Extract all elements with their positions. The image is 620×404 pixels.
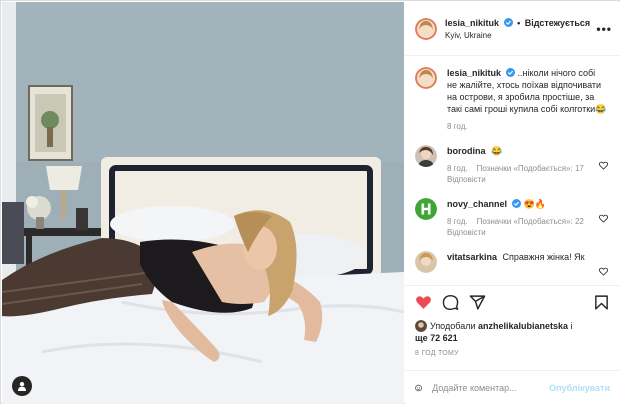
publish-button[interactable]: Опублікувати — [549, 383, 610, 393]
comment-item: borodina 😂 8 год. Позначки «Подобається»:… — [415, 145, 610, 185]
verified-badge-icon — [506, 68, 516, 77]
comment-time[interactable]: 8 год. — [447, 217, 468, 226]
caption-username[interactable]: lesia_nikituk — [447, 68, 501, 78]
comment-text: Справжня жінка! Як — [502, 252, 585, 262]
likes-summary: Уподобали anzhelikalubianetska і ще 72 6… — [415, 320, 610, 344]
comments-list[interactable]: lesia_nikituk ..ніколи нічого собі не жа… — [405, 57, 620, 282]
post-side-panel: lesia_nikituk • Відстежується Kyiv, Ukra… — [405, 2, 620, 404]
comment-like-heart-icon[interactable] — [599, 214, 608, 223]
separator-dot: • — [517, 17, 521, 28]
share-icon[interactable] — [469, 294, 486, 311]
liker-avatar[interactable] — [415, 320, 427, 332]
author-username[interactable]: lesia_nikituk — [445, 18, 499, 28]
avatar-lesia-icon — [415, 67, 437, 89]
photo-illustration — [2, 2, 404, 404]
more-options-button[interactable]: ••• — [596, 22, 612, 36]
comment-time[interactable]: 8 год. — [447, 164, 468, 173]
comment-username[interactable]: borodina — [447, 146, 486, 156]
comment-username[interactable]: novy_channel — [447, 199, 507, 209]
comment-text: 😍🔥 — [523, 199, 546, 209]
avatar-novy-channel-icon — [415, 198, 437, 220]
user-icon — [18, 382, 26, 391]
likes-suffix: і — [570, 321, 573, 331]
comment-likes-count[interactable]: Позначки «Подобається»: 22 — [477, 217, 584, 226]
verified-badge-icon — [512, 199, 522, 208]
comment-avatar[interactable] — [415, 198, 437, 220]
post-photo[interactable] — [2, 2, 404, 404]
avatar-borodina-icon — [415, 145, 437, 167]
avatar-vitatsarkina-icon — [415, 251, 437, 273]
post-header: lesia_nikituk • Відстежується Kyiv, Ukra… — [405, 2, 620, 56]
post-actions-bar — [405, 285, 620, 319]
add-comment-bar: Опублікувати — [405, 370, 620, 404]
reply-button[interactable]: Відповісти — [447, 175, 486, 184]
comment-avatar[interactable] — [415, 251, 437, 273]
emoji-icon[interactable] — [415, 380, 422, 396]
comment-item: vitatsarkina Справжня жінка! Як — [415, 251, 610, 276]
comment-avatar[interactable] — [415, 145, 437, 167]
avatar-liker-icon — [415, 320, 427, 332]
post-timestamp[interactable]: 8 ГОД ТОМУ — [415, 350, 459, 357]
caption-time[interactable]: 8 год. — [447, 122, 468, 131]
likes-count[interactable]: ще 72 621 — [415, 333, 458, 343]
author-avatar[interactable] — [415, 17, 437, 40]
follow-status-button[interactable]: Відстежується — [525, 18, 590, 28]
reply-button[interactable]: Відповісти — [447, 228, 486, 237]
liker-username[interactable]: anzhelikalubianetska — [478, 321, 568, 331]
bookmark-icon[interactable] — [593, 294, 610, 311]
avatar-lesia-icon — [415, 17, 437, 40]
post-location[interactable]: Kyiv, Ukraine — [445, 31, 590, 40]
heart-filled-icon[interactable] — [415, 294, 432, 311]
caption-author-avatar[interactable] — [415, 67, 437, 89]
comment-input[interactable] — [432, 382, 550, 393]
comment-like-heart-icon[interactable] — [599, 267, 608, 276]
comment-likes-count[interactable]: Позначки «Подобається»: 17 — [477, 164, 584, 173]
comment-text: 😂 — [491, 146, 503, 156]
comment-username[interactable]: vitatsarkina — [447, 252, 497, 262]
comment-icon[interactable] — [442, 294, 459, 311]
post-caption: lesia_nikituk ..ніколи нічого собі не жа… — [415, 67, 610, 132]
tagged-users-button[interactable] — [12, 376, 32, 396]
likes-prefix: Уподобали — [430, 321, 476, 331]
comment-item: novy_channel 😍🔥 8 год. Позначки «Подобаєт… — [415, 198, 610, 238]
verified-badge-icon — [503, 17, 513, 27]
instagram-post-modal: lesia_nikituk • Відстежується Kyiv, Ukra… — [0, 0, 620, 404]
comment-like-heart-icon[interactable] — [599, 161, 608, 170]
